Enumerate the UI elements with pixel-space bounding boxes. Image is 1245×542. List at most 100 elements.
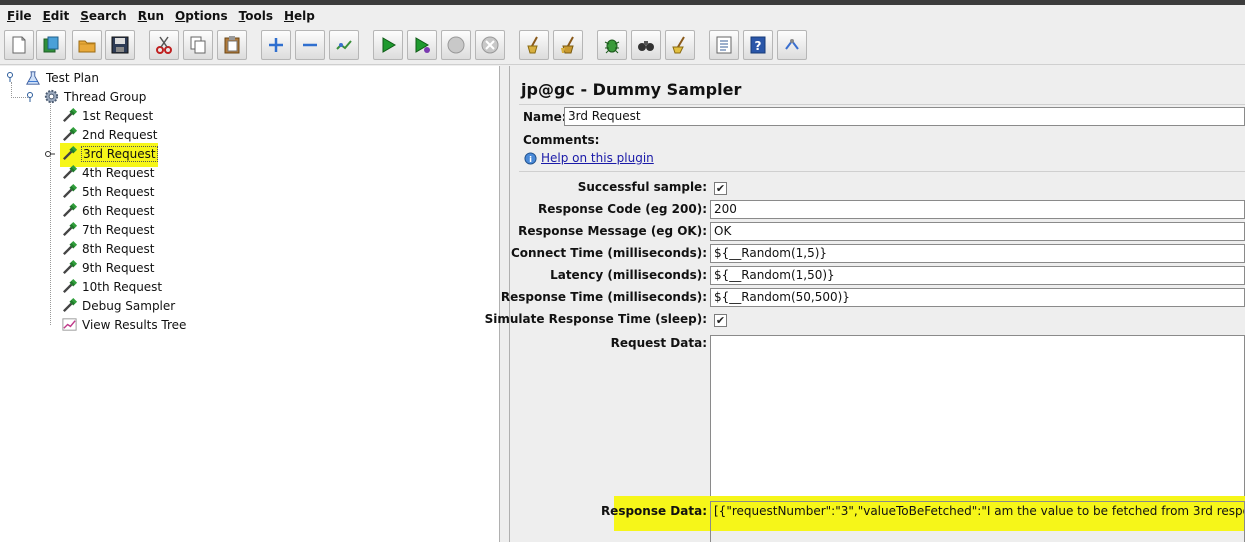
tree-node-thread-group[interactable]: Thread Group [42,87,147,106]
clear-button[interactable] [519,30,549,60]
menu-search[interactable]: Search [76,9,130,23]
tree-node-request[interactable]: 2nd Request [60,125,158,144]
tree-node-request[interactable]: 1st Request [60,106,154,125]
name-field[interactable]: 3rd Request [564,107,1245,126]
tree-connector [11,82,12,98]
help-link-row[interactable]: i Help on this plugin [524,151,654,165]
tree-node-request[interactable]: 10th Request [60,277,163,296]
menu-run[interactable]: Run [134,9,168,23]
shutdown-button[interactable] [475,30,505,60]
stop-icon [447,36,465,54]
check-icon: ✔ [715,182,726,195]
menu-tools[interactable]: Tools [235,9,277,23]
templates-button[interactable] [36,30,66,60]
tree-label: 7th Request [82,222,155,237]
successful-sample-label: Successful sample: [577,180,707,194]
clear-icon [527,36,538,54]
split-pane-divider[interactable] [500,66,510,542]
start-icon [382,37,396,53]
dummy-sampler-panel: jp@gc - Dummy Sampler Name: 3rd Request … [485,66,1245,542]
tree-label: 2nd Request [82,127,158,142]
collapse-icon [303,43,317,47]
stop-button[interactable] [441,30,471,60]
tree-node-request[interactable]: 4th Request [60,163,156,182]
simulate-response-time-label: Simulate Response Time (sleep): [484,312,707,326]
start-button[interactable] [373,30,403,60]
remote-button[interactable] [777,30,807,60]
tree-label: 3rd Request [81,145,158,162]
name-label: Name: [523,110,567,124]
help-on-plugin-link[interactable]: Help on this plugin [541,151,654,165]
tree-node-request[interactable]: 6th Request [60,201,156,220]
help-button[interactable]: ? [743,30,773,60]
menu-file[interactable]: File [3,9,36,23]
function-helper-button[interactable] [597,30,627,60]
toggle-button[interactable] [329,30,359,60]
response-data-textarea[interactable]: [{"requestNumber":"3","valueToBeFetched"… [710,501,1245,542]
tree-label: 8th Request [82,241,155,256]
tree-label: 4th Request [82,165,155,180]
clear-all-button[interactable] [553,30,583,60]
panel-title: jp@gc - Dummy Sampler [521,80,742,99]
paste-button[interactable] [217,30,247,60]
pipette-icon [60,145,78,163]
tree-node-view-results-tree[interactable]: View Results Tree [60,315,187,334]
successful-sample-checkbox[interactable]: ✔ [714,182,727,195]
info-icon: i [524,151,537,165]
pipette-icon [60,107,78,125]
response-time-field[interactable]: ${__Random(50,500)} [710,288,1245,307]
request-data-label: Request Data: [610,336,707,350]
response-code-field[interactable]: 200 [710,200,1245,219]
tree-connector [50,102,51,325]
clear-all-icon [561,36,574,54]
test-plan-tree: Test Plan Thread Group 1st Request 2nd R… [0,66,500,542]
tree-label: 10th Request [82,279,163,294]
menu-edit[interactable]: Edit [39,9,74,23]
cut-button[interactable] [149,30,179,60]
response-message-label: Response Message (eg OK): [518,224,707,238]
menu-bar: File Edit Search Run Options Tools Help [0,5,1245,27]
tree-node-request[interactable]: 9th Request [60,258,156,277]
tree-label: View Results Tree [82,317,187,332]
tree-label: Debug Sampler [82,298,176,313]
new-icon [12,36,26,54]
collapse-all-button[interactable] [295,30,325,60]
start-no-pauses-button[interactable] [407,30,437,60]
tree-node-test-plan[interactable]: Test Plan [24,68,100,87]
response-data-value: [{"requestNumber":"3","valueToBeFetched"… [714,504,1244,518]
request-data-textarea[interactable] [710,335,1245,497]
save-button[interactable] [105,30,135,60]
connect-time-field[interactable]: ${__Random(1,5)} [710,244,1245,263]
log-viewer-button[interactable] [709,30,739,60]
tree-node-request[interactable]: 7th Request [60,220,156,239]
tree-node-request[interactable]: 5th Request [60,182,156,201]
reset-search-icon [672,36,685,54]
flask-icon [24,69,42,87]
reset-search-button[interactable] [665,30,695,60]
collapse-handle[interactable] [6,72,16,82]
collapse-handle[interactable] [26,92,36,102]
search-button[interactable] [631,30,661,60]
response-data-label: Response Data: [600,504,707,518]
tree-label: 9th Request [82,260,155,275]
copy-button[interactable] [183,30,213,60]
menu-help[interactable]: Help [280,9,319,23]
separator [519,171,1245,172]
new-button[interactable] [4,30,34,60]
paste-icon [224,36,240,54]
tree-node-debug-sampler[interactable]: Debug Sampler [60,296,176,315]
tree-node-request-selected[interactable]: 3rd Request [60,144,158,163]
response-message-field[interactable]: OK [710,222,1245,241]
connect-time-label: Connect Time (milliseconds): [510,246,707,260]
save-icon [111,36,129,54]
log-viewer-icon [716,36,732,54]
menu-options[interactable]: Options [171,9,232,23]
tree-label: 1st Request [82,108,154,123]
latency-field[interactable]: ${__Random(1,50)} [710,266,1245,285]
expand-all-button[interactable] [261,30,291,60]
pipette-icon [60,202,78,220]
open-button[interactable] [72,30,102,60]
cut-icon [156,36,172,54]
tree-node-request[interactable]: 8th Request [60,239,156,258]
simulate-response-time-checkbox[interactable]: ✔ [714,314,727,327]
